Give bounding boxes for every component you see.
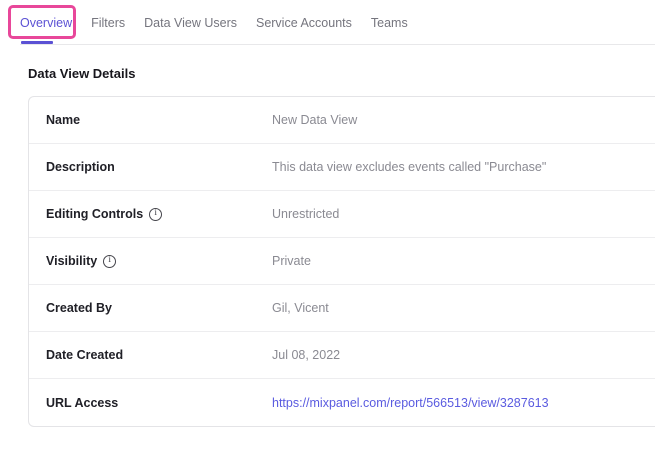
tab-data-view-users-label: Data View Users <box>144 16 237 30</box>
row-label: Created By <box>46 301 272 315</box>
row-value: New Data View <box>272 113 357 127</box>
data-view-details-card: Name New Data View Description This data… <box>28 96 655 427</box>
row-label-text: Editing Controls <box>46 207 143 221</box>
row-value: Jul 08, 2022 <box>272 348 340 362</box>
row-value: Gil, Vicent <box>272 301 329 315</box>
row-label-text: Description <box>46 160 115 174</box>
table-row-url-access: URL Access https://mixpanel.com/report/5… <box>29 379 655 426</box>
settings-tab-bar: Overview Filters Data View Users Service… <box>0 0 655 45</box>
row-label-text: Visibility <box>46 254 97 268</box>
table-row-editing-controls: Editing Controls i Unrestricted <box>29 191 655 238</box>
row-label: Editing Controls i <box>46 207 272 221</box>
tab-service-accounts[interactable]: Service Accounts <box>256 1 352 45</box>
table-row-visibility: Visibility i Private <box>29 238 655 285</box>
table-row-description: Description This data view excludes even… <box>29 144 655 191</box>
tab-teams-label: Teams <box>371 16 408 30</box>
info-icon[interactable]: i <box>149 208 162 221</box>
row-label: Date Created <box>46 348 272 362</box>
row-value: This data view excludes events called "P… <box>272 160 546 174</box>
tab-data-view-users[interactable]: Data View Users <box>144 1 237 45</box>
row-label-text: Name <box>46 113 80 127</box>
row-label: Visibility i <box>46 254 272 268</box>
row-value: Private <box>272 254 311 268</box>
tab-filters[interactable]: Filters <box>91 1 125 45</box>
data-view-url-link[interactable]: https://mixpanel.com/report/566513/view/… <box>272 396 549 410</box>
section-title: Data View Details <box>28 66 655 81</box>
row-label-text: Date Created <box>46 348 123 362</box>
table-row-created-by: Created By Gil, Vicent <box>29 285 655 332</box>
row-label: Name <box>46 113 272 127</box>
active-tab-underline <box>21 41 53 44</box>
tab-teams[interactable]: Teams <box>371 1 408 45</box>
tab-service-accounts-label: Service Accounts <box>256 16 352 30</box>
row-value: Unrestricted <box>272 207 339 221</box>
row-label: Description <box>46 160 272 174</box>
table-row-date-created: Date Created Jul 08, 2022 <box>29 332 655 379</box>
tab-filters-label: Filters <box>91 16 125 30</box>
table-row-name: Name New Data View <box>29 97 655 144</box>
row-label-text: Created By <box>46 301 112 315</box>
info-icon[interactable]: i <box>103 255 116 268</box>
row-value: https://mixpanel.com/report/566513/view/… <box>272 396 549 410</box>
tab-overview[interactable]: Overview <box>20 1 72 45</box>
tab-overview-label: Overview <box>20 16 72 30</box>
row-label: URL Access <box>46 396 272 410</box>
row-label-text: URL Access <box>46 396 118 410</box>
